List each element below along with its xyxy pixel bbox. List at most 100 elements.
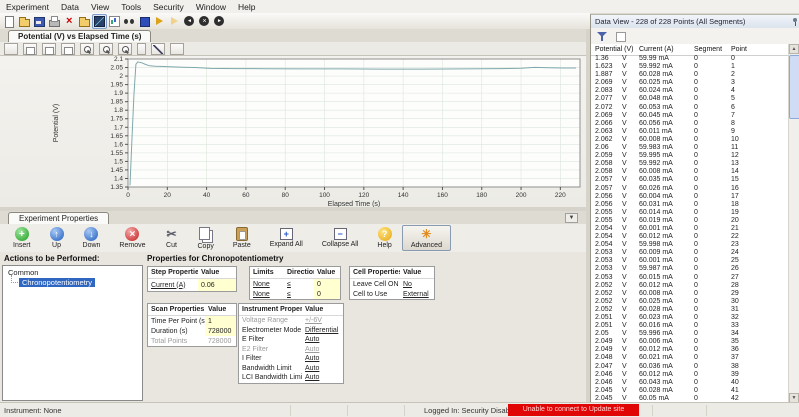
print-icon[interactable] — [47, 14, 62, 29]
menu-window[interactable]: Window — [190, 2, 232, 12]
grid-edit-icon[interactable] — [615, 30, 629, 43]
table-row[interactable]: 2.049V60.012 mA036 — [591, 346, 789, 354]
table-row[interactable]: 2.063V60.011 mA09 — [591, 128, 789, 136]
menu-experiment[interactable]: Experiment — [0, 2, 55, 12]
table-row[interactable]: 2.053V59.987 mA026 — [591, 265, 789, 273]
table-row[interactable]: 2.049V60.006 mA035 — [591, 338, 789, 346]
direction-link[interactable]: ≤ — [284, 280, 314, 289]
table-row[interactable]: 2.045V60.028 mA041 — [591, 387, 789, 395]
remove-button[interactable]: Remove — [110, 225, 154, 251]
table-row[interactable]: 2.051V60.016 mA033 — [591, 322, 789, 330]
column-segment[interactable]: Segment — [694, 46, 731, 53]
menu-data[interactable]: Data — [55, 2, 85, 12]
value-none[interactable]: 0 — [314, 289, 340, 299]
zoom-box-icon[interactable] — [118, 43, 132, 55]
table-row[interactable]: 2.053V60.001 mA025 — [591, 257, 789, 265]
filter-icon[interactable] — [595, 30, 609, 43]
table-row[interactable]: 2.051V60.023 mA032 — [591, 314, 789, 322]
graph-view-icon[interactable] — [92, 14, 107, 29]
table-row[interactable]: 2.054V60.012 mA022 — [591, 233, 789, 241]
table-row[interactable]: 2.058V60.008 mA014 — [591, 168, 789, 176]
new-folder-icon[interactable] — [77, 14, 92, 29]
menu-security[interactable]: Security — [147, 2, 190, 12]
pause-icon[interactable] — [137, 14, 152, 29]
table-row[interactable]: 2.052V60.028 mA031 — [591, 306, 789, 314]
table-row[interactable]: 2.053V60.015 mA027 — [591, 274, 789, 282]
value-duration-s-[interactable]: 728000 — [205, 326, 236, 336]
table-row[interactable]: 2.055V60.014 mA019 — [591, 209, 789, 217]
table-row[interactable]: 1.887V60.028 mA02 — [591, 71, 789, 79]
table-row[interactable]: 2.054V59.998 mA023 — [591, 241, 789, 249]
table-row[interactable]: 2.06V59.983 mA011 — [591, 144, 789, 152]
chevron-down-icon[interactable]: ▼ — [565, 213, 578, 223]
data-table-scrollbar[interactable]: ▲ ▼ — [788, 44, 799, 403]
direction-link[interactable]: ≤ — [284, 290, 314, 299]
table-row[interactable]: 2.046V60.043 mA040 — [591, 379, 789, 387]
axis-fit-icon[interactable] — [23, 43, 37, 55]
help-button[interactable]: Help — [368, 225, 400, 251]
zoom-in-icon[interactable] — [80, 43, 94, 55]
tree-item-common[interactable]: Common — [3, 266, 142, 277]
menu-view[interactable]: View — [85, 2, 115, 12]
column-current[interactable]: Current (A) — [639, 46, 694, 53]
value-i-filter[interactable]: Auto — [302, 354, 343, 363]
skip-back-icon[interactable] — [182, 14, 197, 29]
column-point[interactable]: Point — [731, 46, 771, 53]
rerun-icon[interactable] — [167, 14, 182, 29]
status-update-alert[interactable]: Unable to connect to Update site — [508, 404, 639, 416]
value-none[interactable]: 0 — [314, 279, 340, 289]
table-row[interactable]: 1.623V59.992 mA01 — [591, 63, 789, 71]
cut-button[interactable]: Cut — [156, 225, 188, 251]
table-row[interactable]: 2.047V60.036 mA038 — [591, 363, 789, 371]
chart-edit-icon[interactable] — [4, 43, 18, 55]
table-row[interactable]: 2.077V60.048 mA05 — [591, 95, 789, 103]
tree-item-chronopotentiometry[interactable]: Chronopotentiometry — [19, 278, 95, 287]
column-potential[interactable]: Potential (V) — [595, 46, 639, 53]
value-time-per-point-s-[interactable]: 1 — [205, 316, 236, 326]
paste-button[interactable]: Paste — [224, 225, 260, 251]
axis-y-zoom-icon[interactable] — [61, 43, 75, 55]
table-row[interactable]: 2.053V60.009 mA024 — [591, 249, 789, 257]
binoculars-icon[interactable] — [122, 14, 137, 29]
table-row[interactable]: 2.052V60.025 mA030 — [591, 298, 789, 306]
table-row[interactable]: 2.055V60.019 mA020 — [591, 217, 789, 225]
up-button[interactable]: Up — [41, 225, 73, 251]
table-row[interactable]: 2.05V59.996 mA034 — [591, 330, 789, 338]
table-row[interactable]: 2.069V60.045 mA07 — [591, 112, 789, 120]
collapse-all-button[interactable]: Collapse All — [313, 226, 368, 250]
table-row[interactable]: 2.054V60.001 mA021 — [591, 225, 789, 233]
zoom-out-icon[interactable] — [99, 43, 113, 55]
scrollbar-up-icon[interactable]: ▲ — [789, 44, 799, 54]
table-row[interactable]: 2.069V60.025 mA03 — [591, 79, 789, 87]
peak-marker-icon[interactable] — [170, 43, 184, 55]
down-button[interactable]: Down — [74, 225, 110, 251]
skip-forward-icon[interactable] — [212, 14, 227, 29]
value-cell-to-use[interactable]: External — [400, 290, 434, 299]
delete-icon[interactable] — [62, 14, 77, 29]
table-row[interactable]: 2.048V60.021 mA037 — [591, 354, 789, 362]
zoom-dropdown-icon[interactable] — [137, 43, 146, 55]
pin-icon[interactable] — [791, 17, 799, 26]
table-row[interactable]: 2.059V59.995 mA012 — [591, 152, 789, 160]
graph-image-icon[interactable] — [107, 14, 122, 29]
table-row[interactable]: 2.057V60.035 mA015 — [591, 176, 789, 184]
scroll-first-icon[interactable] — [635, 30, 649, 43]
value-electrometer-mode[interactable]: Differential — [302, 326, 343, 335]
value-current-a-[interactable]: 0.06 — [198, 279, 236, 291]
table-row[interactable]: 2.057V60.026 mA016 — [591, 185, 789, 193]
value-lci-bandwidth-limit[interactable]: Auto — [302, 373, 343, 382]
table-row[interactable]: 2.083V60.024 mA04 — [591, 87, 789, 95]
table-row[interactable]: 2.056V60.004 mA017 — [591, 193, 789, 201]
insert-button[interactable]: Insert — [4, 225, 40, 251]
advanced-button[interactable]: Advanced — [402, 225, 451, 251]
table-row[interactable]: 2.046V60.012 mA039 — [591, 371, 789, 379]
abort-icon[interactable] — [197, 14, 212, 29]
new-document-icon[interactable] — [2, 14, 17, 29]
open-icon[interactable] — [17, 14, 32, 29]
run-icon[interactable] — [152, 14, 167, 29]
copy-button[interactable]: Copy — [189, 225, 223, 252]
menu-help[interactable]: Help — [232, 2, 261, 12]
value-e-filter[interactable]: Auto — [302, 335, 343, 344]
table-row[interactable]: 2.066V60.056 mA08 — [591, 120, 789, 128]
table-row[interactable]: 2.056V60.031 mA018 — [591, 201, 789, 209]
